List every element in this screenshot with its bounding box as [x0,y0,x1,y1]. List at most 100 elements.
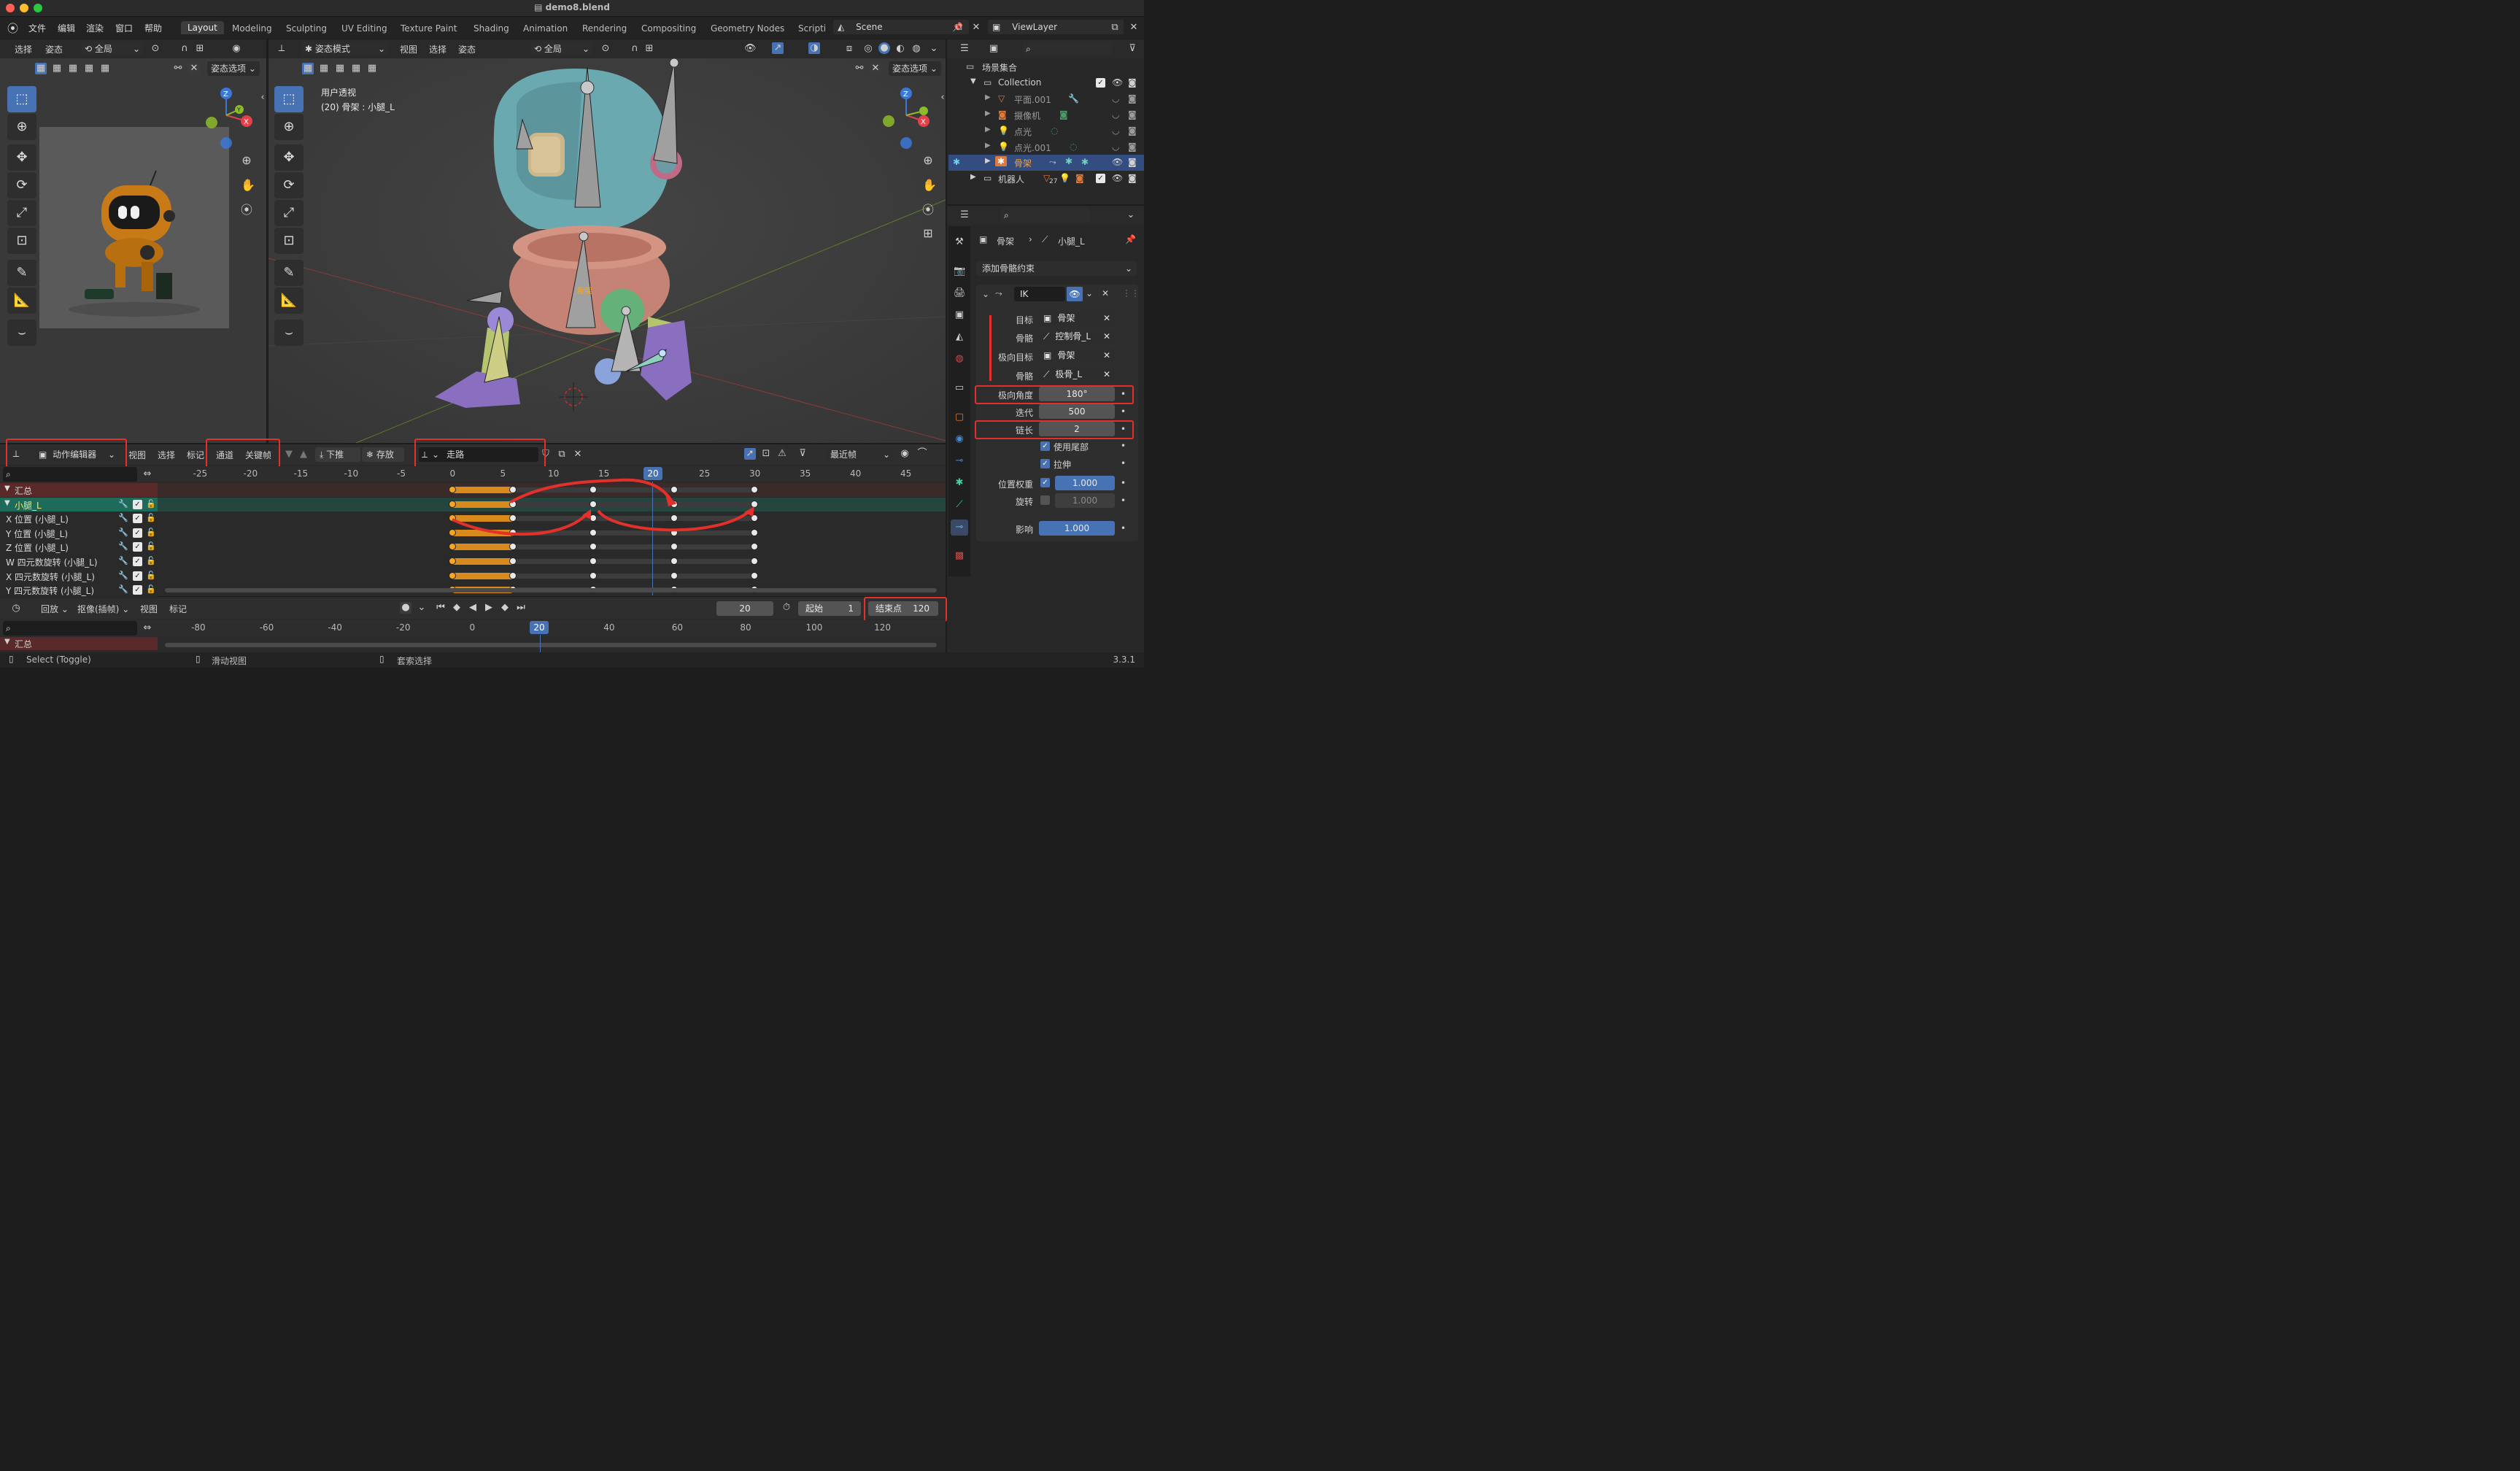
main-snap-icon[interactable]: ∩ [629,43,641,55]
expand-arrow-icon[interactable]: ▶ [985,142,991,150]
ds-menu-marker[interactable]: 标记 [187,449,204,461]
workspace-tab-sculpting[interactable]: Sculpting [286,23,327,34]
select-new-icon[interactable]: ▦ [35,63,47,74]
left-hand-icon[interactable]: ✋ [241,179,255,191]
main-tool-measure[interactable]: 📐 [274,287,304,314]
modifier-wrench-icon[interactable]: 🔧 [118,513,128,522]
editor-type-icon[interactable]: ⟂ [276,43,287,55]
view-layer-selector[interactable]: ▣ ViewLayer [988,20,1124,34]
workspace-tab-rendering[interactable]: Rendering [582,23,627,34]
push-down-button[interactable]: ⤓ 下推 [315,447,360,462]
menu-help[interactable]: 帮助 [144,22,162,34]
camera-render-icon[interactable]: ◙ [1128,77,1137,88]
new-action-icon[interactable]: ⧉ [556,449,568,460]
filter-icon[interactable]: ⊽ [1126,43,1138,55]
keyframe-dot-icon[interactable]: • [1121,495,1126,506]
preview-range-icon[interactable]: ⏱ [781,602,792,614]
menu-render[interactable]: 渲染 [86,22,104,34]
drag-handle-icon[interactable]: ⋮⋮ [1122,288,1140,298]
workspace-tab-layout[interactable]: Layout [181,21,224,34]
delete-constraint-icon[interactable]: ✕ [1102,288,1109,298]
delete-view-layer-icon[interactable]: ✕ [1128,22,1140,34]
prev-keyframe-icon[interactable]: ◆ [451,602,463,614]
constraint-menu-chevron-icon[interactable]: ⌄ [1086,288,1093,298]
eye-closed-icon[interactable]: ◡ [1112,109,1119,120]
main-tool-move[interactable]: ✥ [274,144,304,171]
keyframe[interactable] [670,571,678,579]
expand-arrow-icon[interactable]: ▼ [4,484,10,493]
camera-render-icon[interactable]: ◙ [1128,157,1137,167]
timeline-menu-view[interactable]: 视图 [140,603,158,615]
new-scene-icon[interactable]: ⧉ [953,22,965,34]
properties-editor-icon[interactable]: ☰ [959,209,970,221]
outliner-item-camera[interactable]: ▶ ◙ 摄像机 ◙ ◡ ◙ [948,107,1144,123]
visibility-icon[interactable]: 👁 [744,43,757,55]
workspace-tab-uv-editing[interactable]: UV Editing [341,23,387,34]
xray-icon[interactable]: ⧈ [843,43,855,55]
main-tool-bone-envelope[interactable]: ⌣ [274,320,304,346]
camera-render-icon[interactable]: ◙ [1128,173,1137,183]
lock-icon[interactable]: 🔓 [146,584,156,594]
weight-position-field[interactable]: 1.000 [1055,476,1115,490]
left-menu-select[interactable]: 选择 [15,43,32,55]
bone-tab-icon[interactable]: ⟋ [954,499,965,511]
left-transform-orientation[interactable]: ⟲ 全局 ⌄ [82,42,143,56]
left-nav-gizmo[interactable]: Z X Y [191,86,257,152]
keyframe[interactable] [670,557,678,565]
modifier-wrench-icon[interactable]: 🔧 [118,541,128,551]
expand-arrow-icon[interactable]: ▶ [970,173,976,181]
modifier-wrench-icon[interactable]: 🔧 [118,499,128,509]
play-icon[interactable]: ▶ [483,602,495,614]
camera-render-icon[interactable]: ◙ [1128,126,1137,136]
menu-file[interactable]: 文件 [28,22,46,34]
only-selected-icon[interactable]: ➚ [744,448,756,460]
properties-search[interactable]: ⌕ [1001,208,1090,223]
lock-icon[interactable]: 🔓 [146,528,156,537]
ds-menu-select[interactable]: 选择 [158,449,175,461]
channel-mute-checkbox[interactable]: ✓ [133,585,142,595]
pin-icon[interactable]: 📌 [1125,234,1136,244]
select-invert-icon[interactable]: ▦ [350,63,362,74]
workspace-tab-scripting[interactable]: Scripti [798,23,826,34]
left-tool-scale[interactable]: ⤢ [7,200,36,226]
left-zoom-icon[interactable]: ⊕ [241,155,252,166]
shading-options-icon[interactable]: ⌄ [928,43,940,55]
main-nav-gizmo[interactable]: Z X [878,86,944,152]
constraint-name-field[interactable]: IK [1014,287,1065,301]
stretch-checkbox[interactable]: ✓ [1040,459,1050,468]
ds-menu-view[interactable]: 视图 [128,449,146,461]
select-intersect-icon[interactable]: ▦ [99,63,111,74]
left-tool-cursor[interactable]: ⊕ [7,114,36,140]
lock-icon[interactable]: 🔓 [146,499,156,509]
gizmo-toggle-icon[interactable]: ↗ [772,42,784,54]
left-tool-select[interactable]: ⬚ [7,86,36,112]
workspace-tab-animation[interactable]: Animation [523,23,568,34]
outliner-editor-icon[interactable]: ☰ [959,43,970,55]
keyframe-dot-icon[interactable]: • [1121,523,1126,533]
timeline-scrollbar[interactable] [165,643,937,647]
left-tool-move[interactable]: ✥ [7,144,36,171]
expand-arrow-icon[interactable]: ▶ [985,109,991,117]
main-snap-increment-icon[interactable]: ⊞ [643,43,655,55]
iterations-field[interactable]: 500 [1039,404,1115,419]
stash-button[interactable]: ❄ 存放 [362,447,404,462]
timeline-ruler[interactable]: ⌕ ⇔ -80-60-40-20020406080100120 20 [0,620,946,636]
clear-icon[interactable]: ✕ [1103,329,1110,344]
shading-render-icon[interactable]: ◍ [911,43,922,55]
robot-checkbox[interactable]: ✓ [1096,174,1105,183]
select-invert-icon[interactable]: ▦ [83,63,95,74]
keyframe-dot-icon[interactable]: • [1121,458,1126,468]
record-icon[interactable]: ● [400,602,411,614]
keyframe-dot-icon[interactable]: • [1121,478,1126,488]
select-intersect-icon[interactable]: ▦ [366,63,378,74]
layer-up-icon[interactable]: ▲ [298,449,309,460]
lock-icon[interactable]: 🔓 [146,513,156,522]
timeline-summary-row[interactable]: ▼ 汇总 [0,637,158,650]
pole-bone-field[interactable]: ⟋ 极骨_L ✕ [1039,367,1115,382]
main-hand-icon[interactable]: ✋ [922,179,937,191]
armature-data-tab-icon[interactable]: ✱ [954,477,965,489]
expand-arrow-icon[interactable]: ▼ [970,77,976,85]
influence-field[interactable]: 1.000 [1039,521,1115,536]
blender-logo-icon[interactable]: ⦿ [7,20,18,36]
display-mode-icon[interactable]: ▣ [988,43,1000,55]
